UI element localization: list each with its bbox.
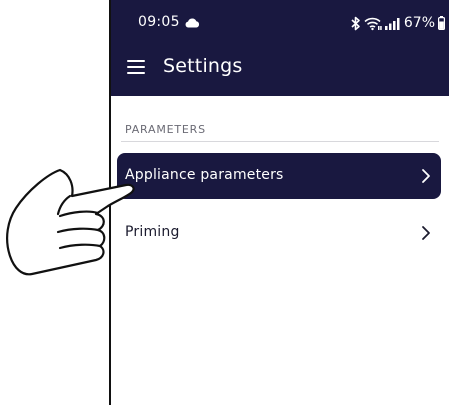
page-title: Settings <box>163 55 243 77</box>
section-header: PARAMETERS <box>125 123 206 136</box>
chevron-right-icon <box>422 226 430 240</box>
status-bar: 09:05 67% <box>109 0 449 48</box>
list-item-label: Appliance parameters <box>125 167 284 183</box>
cloud-icon <box>185 18 200 28</box>
battery-icon <box>438 16 445 30</box>
phone-screen: 09:05 67% Settings PARAMETERS Appliance … <box>109 0 449 405</box>
screenshot-page: 09:05 67% Settings PARAMETERS Appliance … <box>0 0 449 405</box>
wifi-icon <box>364 16 382 31</box>
status-time: 09:05 <box>138 14 180 30</box>
toolbar: Settings <box>109 48 449 88</box>
pointing-hand-icon <box>6 168 135 276</box>
signal-icon <box>384 17 401 30</box>
bluetooth-icon <box>351 16 361 31</box>
battery-percent: 67% <box>403 15 435 31</box>
app-bar: 09:05 67% Settings <box>109 0 449 96</box>
list-item-appliance-parameters[interactable]: Appliance parameters <box>117 153 441 199</box>
status-icons: 67% <box>351 13 445 33</box>
hamburger-menu-icon[interactable] <box>127 60 145 74</box>
list-item-priming[interactable]: Priming <box>117 210 441 256</box>
chevron-right-icon <box>422 169 430 183</box>
section-divider <box>121 141 439 142</box>
